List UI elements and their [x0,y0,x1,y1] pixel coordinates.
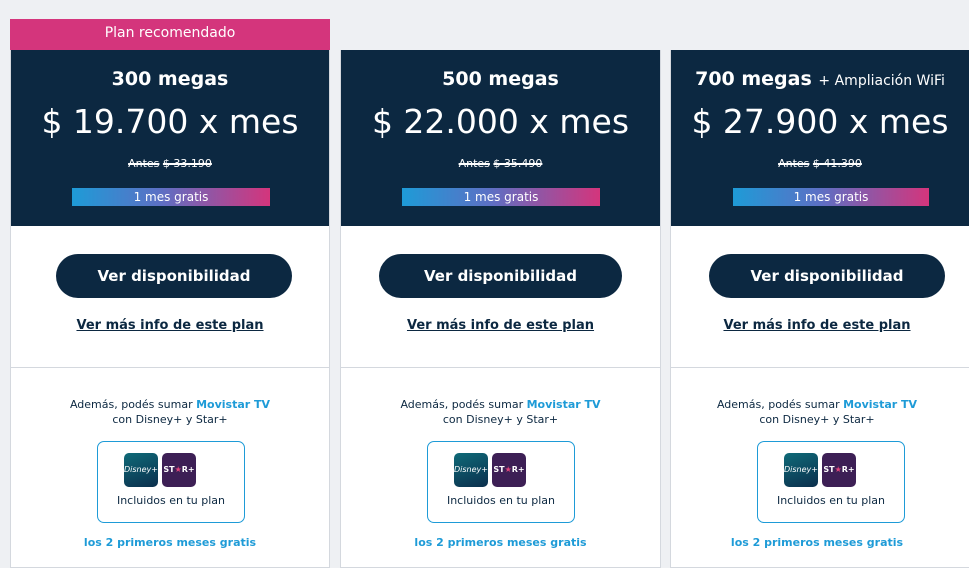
disney-plus-logo-icon: Disney+ [454,453,488,487]
star-plus-logo-icon: ST★R+ [492,453,526,487]
streaming-included-box: Disney+ ST★R+ Incluidos en tu plan [97,441,245,523]
plan-header: 500 megas $ 22.000 x mes Antes $ 35.490 … [341,50,660,226]
included-label: Incluidos en tu plan [116,494,226,507]
included-label: Incluidos en tu plan [446,494,556,507]
addon-section: Además, podés sumar Movistar TV con Disn… [11,368,329,568]
star-plus-logo-icon: ST★R+ [822,453,856,487]
recommended-plan-badge: Plan recomendado [10,19,330,50]
disney-plus-logo-icon: Disney+ [784,453,818,487]
streaming-included-box: Disney+ ST★R+ Incluidos en tu plan [427,441,575,523]
streaming-included-box: Disney+ ST★R+ Incluidos en tu plan [757,441,905,523]
plan-card-300: 300 megas $ 19.700 x mes Antes $ 33.190 … [10,50,330,568]
plan-price: $ 19.700 x mes [41,102,299,141]
movistar-tv-link[interactable]: Movistar TV [843,398,917,411]
more-info-link[interactable]: Ver más info de este plan [341,318,660,333]
plan-name: 300 megas [111,68,229,90]
included-label: Incluidos en tu plan [776,494,886,507]
movistar-tv-link[interactable]: Movistar TV [527,398,601,411]
disney-plus-logo-icon: Disney+ [124,453,158,487]
star-plus-logo-icon: ST★R+ [162,453,196,487]
more-info-link[interactable]: Ver más info de este plan [11,318,329,333]
plan-actions: Ver disponibilidad Ver más info de este … [11,226,329,368]
plan-price: $ 22.000 x mes [371,102,630,141]
addon-section: Además, podés sumar Movistar TV con Disn… [671,368,969,568]
promo-bar: 1 mes gratis [402,188,600,206]
plan-name: 500 megas [442,68,559,90]
previous-price: Antes $ 41.390 [778,157,862,170]
plan-actions: Ver disponibilidad Ver más info de este … [341,226,660,368]
plan-header: 300 megas $ 19.700 x mes Antes $ 33.190 … [11,50,329,226]
plan-name: 700 megas + Ampliación WiFi [695,68,945,90]
check-availability-button[interactable]: Ver disponibilidad [379,254,622,298]
plan-extra: + Ampliación WiFi [818,73,945,89]
more-info-link[interactable]: Ver más info de este plan [671,318,963,333]
free-months-note: los 2 primeros meses gratis [730,536,904,549]
promo-bar: 1 mes gratis [72,188,270,206]
addon-description: Además, podés sumar Movistar TV con Disn… [400,398,601,426]
plan-card-700: 700 megas + Ampliación WiFi $ 27.900 x m… [670,50,969,568]
plan-price: $ 27.900 x mes [691,102,949,141]
movistar-tv-link[interactable]: Movistar TV [196,398,270,411]
addon-description: Además, podés sumar Movistar TV con Disn… [716,398,918,426]
plan-header: 700 megas + Ampliación WiFi $ 27.900 x m… [671,50,969,226]
check-availability-button[interactable]: Ver disponibilidad [709,254,945,298]
previous-price: Antes $ 33.190 [128,157,212,170]
free-months-note: los 2 primeros meses gratis [83,536,257,549]
plan-actions: Ver disponibilidad Ver más info de este … [671,226,969,368]
free-months-note: los 2 primeros meses gratis [414,536,587,549]
addon-description: Además, podés sumar Movistar TV con Disn… [69,398,271,426]
previous-price: Antes $ 35.490 [458,157,543,170]
addon-section: Además, podés sumar Movistar TV con Disn… [341,368,660,568]
check-availability-button[interactable]: Ver disponibilidad [56,254,292,298]
promo-bar: 1 mes gratis [733,188,929,206]
plan-card-500: 500 megas $ 22.000 x mes Antes $ 35.490 … [340,50,661,568]
